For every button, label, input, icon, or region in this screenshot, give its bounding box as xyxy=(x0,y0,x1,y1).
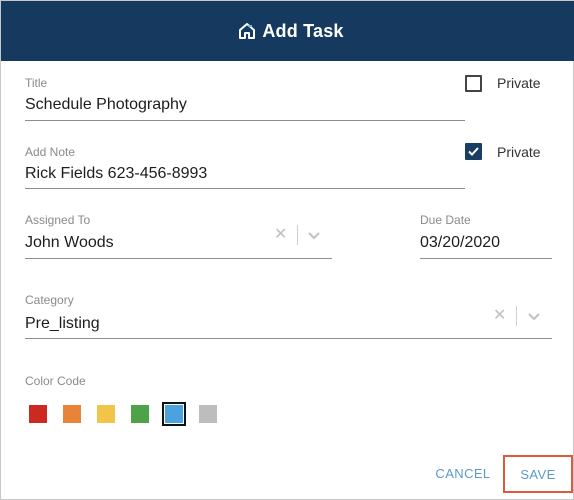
dialog-title-group: Add Task xyxy=(238,21,343,42)
category-label: Category xyxy=(25,293,74,307)
title-input[interactable]: Schedule Photography xyxy=(25,96,187,114)
color-swatch-green[interactable] xyxy=(131,405,149,423)
note-input[interactable]: Rick Fields 623-456-8993 xyxy=(25,165,207,183)
title-private-label: Private xyxy=(497,75,541,91)
save-button[interactable]: SAVE xyxy=(503,455,573,493)
color-swatch-blue[interactable] xyxy=(165,405,183,423)
color-swatch-red[interactable] xyxy=(29,405,47,423)
assigned-chevron-down-icon[interactable] xyxy=(307,231,321,241)
assigned-to-select[interactable]: John Woods xyxy=(25,234,114,252)
category-underline xyxy=(25,338,552,339)
checkmark-icon xyxy=(468,147,479,156)
title-label: Title xyxy=(25,76,48,90)
dialog-header: Add Task xyxy=(1,1,574,61)
due-date-input[interactable]: 03/20/2020 xyxy=(420,234,500,252)
color-swatch-gray[interactable] xyxy=(199,405,217,423)
due-date-label: Due Date xyxy=(420,213,471,227)
title-underline xyxy=(25,120,465,121)
assigned-separator xyxy=(297,225,298,245)
add-task-dialog: Add Task Title Schedule Photography Priv… xyxy=(0,0,574,500)
cancel-button[interactable]: CANCEL xyxy=(428,456,498,492)
category-chevron-down-icon[interactable] xyxy=(527,312,541,322)
color-code-label: Color Code xyxy=(25,374,86,388)
note-label: Add Note xyxy=(25,145,76,159)
assigned-to-label: Assigned To xyxy=(25,213,91,227)
assigned-clear-x-icon[interactable]: ✕ xyxy=(274,227,287,243)
dialog-title: Add Task xyxy=(262,20,344,41)
home-icon xyxy=(239,23,256,39)
title-private-checkbox[interactable] xyxy=(465,75,482,92)
color-swatch-yellow[interactable] xyxy=(97,405,115,423)
note-private-label: Private xyxy=(497,144,541,160)
color-swatch-orange[interactable] xyxy=(63,405,81,423)
category-separator xyxy=(516,306,517,326)
note-underline xyxy=(25,188,465,189)
note-private-checkbox[interactable] xyxy=(465,143,482,160)
assigned-underline xyxy=(25,258,332,259)
due-date-underline xyxy=(420,258,552,259)
category-clear-x-icon[interactable]: ✕ xyxy=(493,308,506,324)
category-select[interactable]: Pre_listing xyxy=(25,315,100,333)
